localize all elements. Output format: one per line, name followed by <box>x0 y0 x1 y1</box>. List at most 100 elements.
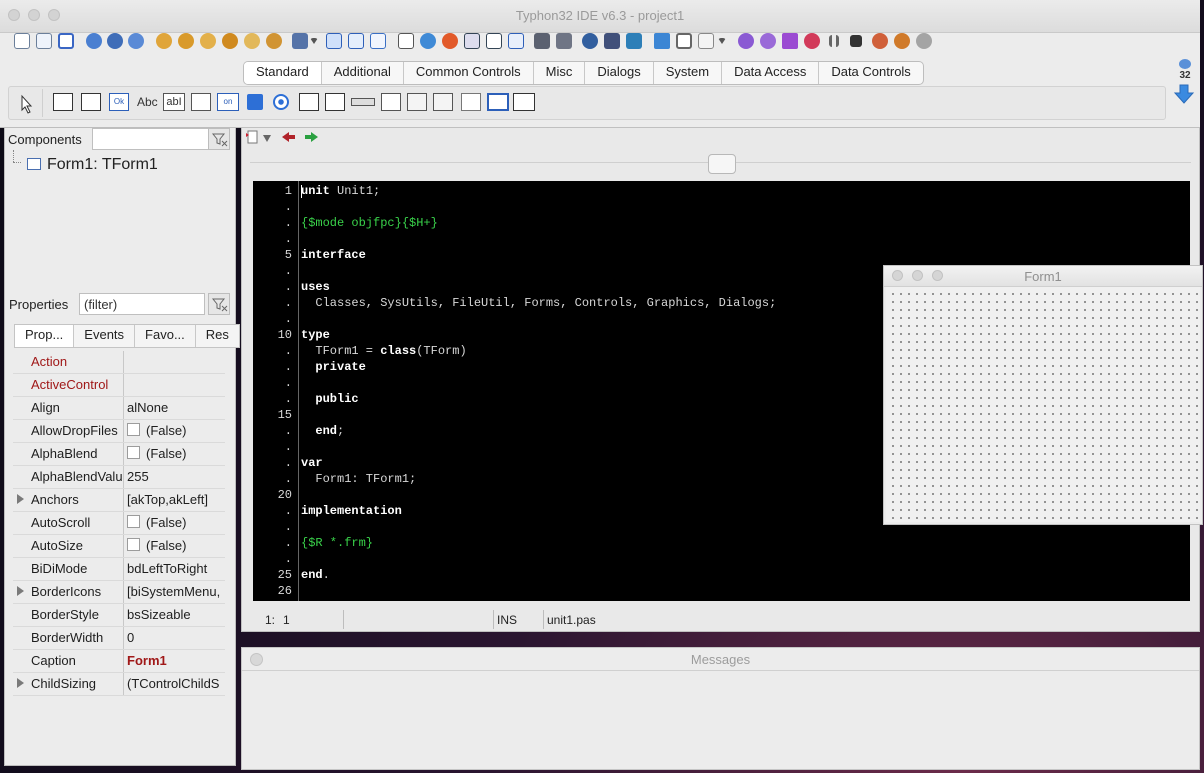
close-file-icon[interactable] <box>676 33 692 49</box>
property-value[interactable]: [biSystemMenu, <box>127 584 225 599</box>
popup-menu-icon[interactable] <box>81 93 101 111</box>
property-row[interactable]: AlphaBlend (False) <box>13 443 225 466</box>
download-arrow-icon[interactable] <box>1173 84 1195 104</box>
property-value[interactable]: (False) <box>127 515 225 530</box>
run-icon[interactable] <box>782 33 798 49</box>
property-row[interactable]: AutoSize (False) <box>13 535 225 558</box>
property-row[interactable]: BiDiMode bdLeftToRight <box>13 558 225 581</box>
property-row[interactable]: BorderWidth 0 <box>13 627 225 650</box>
checkgroup-icon[interactable] <box>433 93 453 111</box>
radiogroup-icon[interactable] <box>407 93 427 111</box>
layout-icon[interactable] <box>654 33 670 49</box>
property-value[interactable]: (False) <box>127 423 225 438</box>
search-files-icon[interactable] <box>556 33 572 49</box>
new-file-icon[interactable] <box>14 33 30 49</box>
tab-restricted[interactable]: Res <box>196 325 239 347</box>
run-debug-icon[interactable] <box>804 33 820 49</box>
step-out-icon[interactable] <box>916 33 932 49</box>
find-icon[interactable] <box>128 33 144 49</box>
chevron-down-icon[interactable] <box>718 38 726 44</box>
project-icon[interactable] <box>582 33 598 49</box>
step-over-icon[interactable] <box>894 33 910 49</box>
property-value[interactable]: (TControlChildS <box>127 676 225 691</box>
combobox-icon[interactable] <box>325 93 345 111</box>
property-value[interactable]: [akTop,akLeft] <box>127 492 225 507</box>
property-value[interactable]: bsSizeable <box>127 607 225 622</box>
tab-properties[interactable]: Prop... <box>15 325 75 347</box>
tools-icon[interactable] <box>442 33 458 49</box>
property-checkbox[interactable] <box>127 423 140 436</box>
property-checkbox[interactable] <box>127 446 140 459</box>
property-row[interactable]: AutoScroll (False) <box>13 512 225 535</box>
rebuild-icon[interactable] <box>222 33 238 49</box>
property-value[interactable]: (False) <box>127 538 225 553</box>
property-value[interactable]: bdLeftToRight <box>127 561 225 576</box>
property-row[interactable]: Align alNone <box>13 397 225 420</box>
edit-component-icon[interactable]: abI <box>163 93 185 111</box>
property-value[interactable]: (False) <box>127 446 225 461</box>
property-value[interactable]: alNone <box>127 400 225 415</box>
view-units-icon[interactable] <box>292 33 308 49</box>
network-icon[interactable] <box>626 33 642 49</box>
tab-standard[interactable]: Standard <box>244 62 322 84</box>
open-recent-icon[interactable] <box>107 33 123 49</box>
main-menu-icon[interactable] <box>53 93 73 111</box>
toggle-form-icon[interactable] <box>486 33 502 49</box>
binoculars-icon[interactable] <box>534 33 550 49</box>
property-row[interactable]: AlphaBlendValue 255 <box>13 466 225 489</box>
property-row[interactable]: ActiveControl <box>13 374 225 397</box>
back-arrow-icon[interactable] <box>282 132 295 142</box>
property-row[interactable]: Action <box>13 351 225 374</box>
listbox-icon[interactable] <box>299 93 319 111</box>
tab-data-controls[interactable]: Data Controls <box>819 62 922 84</box>
button-component-icon[interactable]: Ok <box>109 93 129 111</box>
property-row[interactable]: Anchors [akTop,akLeft] <box>13 489 225 512</box>
gear-icon[interactable] <box>738 33 754 49</box>
property-checkbox[interactable] <box>127 515 140 528</box>
property-row[interactable]: AllowDropFiles (False) <box>13 420 225 443</box>
property-row[interactable]: BorderIcons [biSystemMenu, <box>13 581 225 604</box>
project-inspector-icon[interactable] <box>604 33 620 49</box>
property-value[interactable]: 0 <box>127 630 225 645</box>
pause-icon[interactable] <box>829 35 839 47</box>
property-row[interactable]: ChildSizing (TControlChildS <box>13 673 225 696</box>
debug-settings-icon[interactable] <box>760 33 776 49</box>
components-filter-input[interactable] <box>92 128 210 150</box>
groupbox-icon[interactable] <box>381 93 401 111</box>
tab-misc[interactable]: Misc <box>534 62 586 84</box>
property-value[interactable]: 255 <box>127 469 225 484</box>
tab-dialogs[interactable]: Dialogs <box>585 62 654 84</box>
memo-component-icon[interactable] <box>191 93 211 111</box>
tree-item-form1[interactable]: Form1: TForm1 <box>47 156 158 174</box>
actionlist-icon[interactable] <box>513 93 535 111</box>
make-icon[interactable] <box>200 33 216 49</box>
tab-additional[interactable]: Additional <box>322 62 404 84</box>
window-list-icon[interactable] <box>698 33 714 49</box>
chevron-down-icon[interactable] <box>310 38 318 44</box>
edit-icon[interactable] <box>398 33 414 49</box>
property-row[interactable]: Caption Form1 <box>13 650 225 673</box>
compile-icon[interactable] <box>178 33 194 49</box>
tab-favorites[interactable]: Favo... <box>135 325 196 347</box>
design-surface[interactable] <box>886 287 1200 522</box>
radio-button-icon[interactable] <box>273 94 289 110</box>
tab-data-access[interactable]: Data Access <box>722 62 820 84</box>
tab-system[interactable]: System <box>654 62 723 84</box>
options-icon[interactable] <box>420 33 436 49</box>
stop-icon[interactable] <box>850 35 862 47</box>
frame-icon[interactable] <box>487 93 509 111</box>
panel-icon[interactable] <box>461 93 481 111</box>
expand-triangle-icon[interactable] <box>17 678 24 688</box>
expand-triangle-icon[interactable] <box>17 586 24 596</box>
save-icon[interactable] <box>326 33 342 49</box>
tab-events[interactable]: Events <box>74 325 136 347</box>
expand-triangle-icon[interactable] <box>17 494 24 504</box>
forward-arrow-icon[interactable] <box>305 132 318 142</box>
new-unit-icon[interactable] <box>36 33 52 49</box>
tab-common-controls[interactable]: Common Controls <box>404 62 534 84</box>
chevron-down-icon[interactable] <box>263 135 271 142</box>
clear-filter-button[interactable] <box>208 128 230 150</box>
clear-properties-filter-button[interactable] <box>208 293 230 315</box>
properties-filter-input[interactable]: (filter) <box>79 293 205 315</box>
new-form-icon[interactable] <box>58 33 74 49</box>
